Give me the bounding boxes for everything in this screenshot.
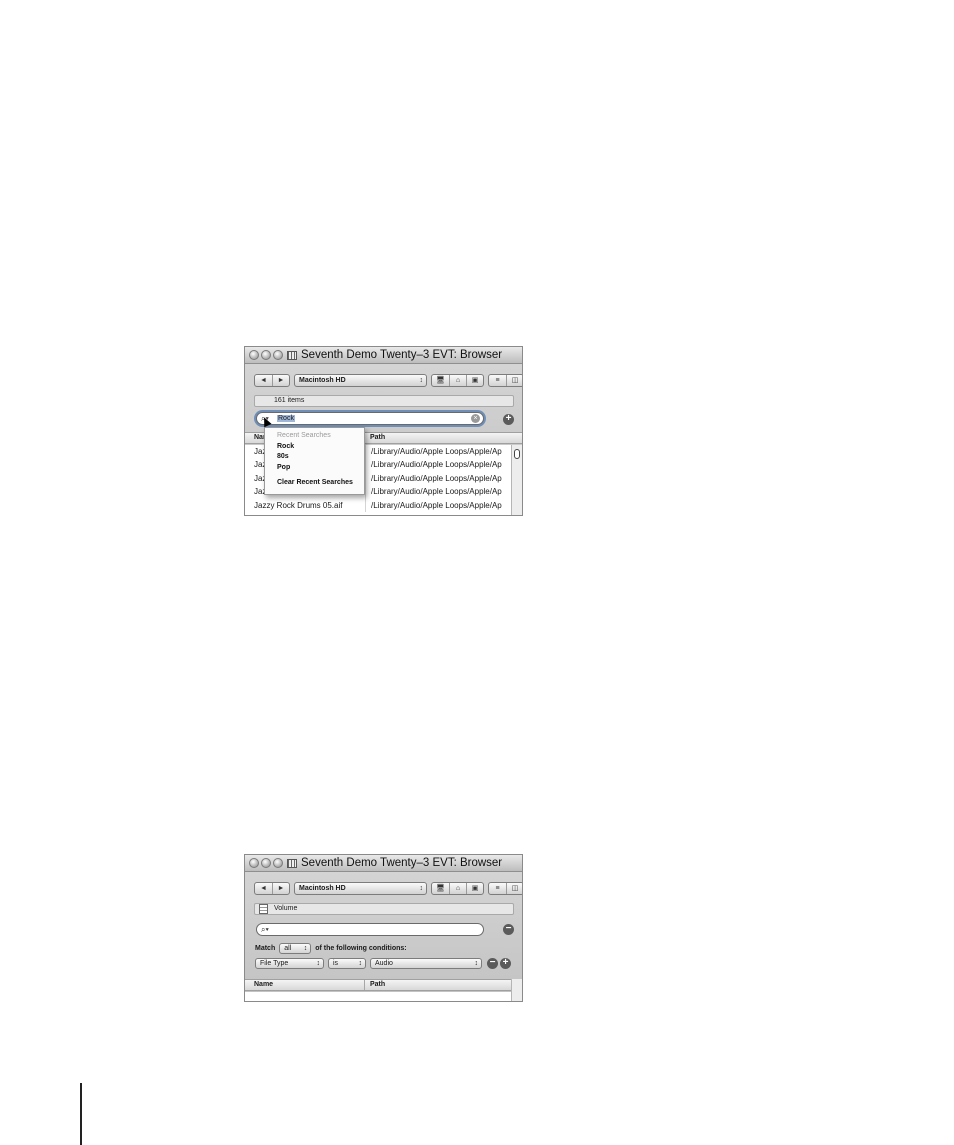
vertical-scrollbar[interactable] xyxy=(511,445,522,515)
row-path: /Library/Audio/Apple Loops/Apple/Ap xyxy=(365,445,511,459)
computer-icon[interactable]: 🖥 xyxy=(432,883,449,894)
popup-arrows-icon: ↕ xyxy=(303,944,308,952)
recent-search-item[interactable]: 80s xyxy=(265,452,364,463)
column-header-path[interactable]: Path xyxy=(370,433,385,443)
popup-arrows-icon: ↕ xyxy=(474,960,479,967)
close-window-button[interactable] xyxy=(249,350,259,360)
location-label: Macintosh HD xyxy=(299,885,346,892)
column-header-path[interactable]: Path xyxy=(370,980,385,990)
condition-row: File Type ↕ is ↕ Audio ↕ − + xyxy=(255,958,511,969)
popup-arrows-icon: ↕ xyxy=(316,960,321,967)
list-view-icon[interactable]: ≡ xyxy=(489,883,506,894)
location-shortcuts: 🖥 ⌂ ▣ xyxy=(431,374,484,387)
back-button[interactable]: ◄ xyxy=(255,883,272,894)
volume-icon xyxy=(259,904,268,914)
row-path: /Library/Audio/Apple Loops/Apple/Ap xyxy=(365,498,511,512)
remove-search-button[interactable]: − xyxy=(503,924,514,935)
info-bar: 161 items xyxy=(254,395,514,407)
match-value: all xyxy=(284,944,292,952)
close-window-button[interactable] xyxy=(249,858,259,868)
row-path: /Library/Audio/Apple Loops/Apple/Ap xyxy=(365,458,511,472)
recent-search-item[interactable]: Rock xyxy=(265,442,364,453)
column-header-name[interactable]: Name xyxy=(254,980,273,990)
home-icon[interactable]: ⌂ xyxy=(449,375,466,386)
scroll-thumb[interactable] xyxy=(514,449,520,459)
window-title: Seventh Demo Twenty–3 EVT: Browser xyxy=(301,857,503,869)
condition-value-value: Audio xyxy=(375,960,393,967)
browser-toolbar: ◄ ► Macintosh HD ↕ 🖥 ⌂ ▣ ≡ ◫ xyxy=(254,374,522,387)
results-list xyxy=(245,992,522,1001)
condition-field-value: File Type xyxy=(260,960,289,967)
row-name: Jazzy Rock Drums 05.aif xyxy=(254,500,343,510)
browser-icon xyxy=(287,350,297,360)
vertical-scrollbar[interactable] xyxy=(511,979,522,1001)
location-popup[interactable]: Macintosh HD ↕ xyxy=(294,374,427,387)
minimize-window-button[interactable] xyxy=(261,350,271,360)
condition-operator-popup[interactable]: is ↕ xyxy=(328,958,366,969)
match-popup[interactable]: all ↕ xyxy=(279,942,312,954)
condition-operator-value: is xyxy=(333,960,339,967)
browser-window-conditions: Seventh Demo Twenty–3 EVT: Browser ◄ ► M… xyxy=(244,854,523,1002)
info-bar: Volume xyxy=(254,903,514,915)
nav-buttons: ◄ ► xyxy=(254,374,290,387)
add-condition-button[interactable]: + xyxy=(500,958,511,969)
column-divider[interactable] xyxy=(364,980,365,990)
title-bar[interactable]: Seventh Demo Twenty–3 EVT: Browser xyxy=(245,855,522,872)
minimize-window-button[interactable] xyxy=(261,858,271,868)
zoom-window-button[interactable] xyxy=(273,858,283,868)
forward-button[interactable]: ► xyxy=(272,375,289,386)
view-buttons: ≡ ◫ xyxy=(488,374,522,387)
recent-search-item[interactable]: Pop xyxy=(265,463,364,474)
clear-search-icon[interactable]: × xyxy=(471,414,480,423)
home-icon[interactable]: ⌂ xyxy=(449,883,466,894)
nav-buttons: ◄ ► xyxy=(254,882,290,895)
title-bar[interactable]: Seventh Demo Twenty–3 EVT: Browser xyxy=(245,347,522,364)
location-label: Macintosh HD xyxy=(299,377,346,384)
back-button[interactable]: ◄ xyxy=(255,375,272,386)
row-path: /Library/Audio/Apple Loops/Apple/Ap xyxy=(365,471,511,486)
project-icon[interactable]: ▣ xyxy=(466,375,483,386)
clear-recent-searches-item[interactable]: Clear Recent Searches xyxy=(265,478,364,489)
search-field[interactable]: ⌕▾ xyxy=(256,923,484,936)
table-row[interactable]: Jazzy Rock Drums 05.aif /Library/Audio/A… xyxy=(245,498,522,512)
popup-arrows-icon: ↕ xyxy=(419,377,424,384)
column-view-icon[interactable]: ◫ xyxy=(506,883,522,894)
column-view-icon[interactable]: ◫ xyxy=(506,375,522,386)
page-margin-rule xyxy=(80,1083,82,1145)
location-popup[interactable]: Macintosh HD ↕ xyxy=(294,882,427,895)
condition-value-popup[interactable]: Audio ↕ xyxy=(370,958,482,969)
row-path: /Library/Audio/Apple Loops/Apple/Ap xyxy=(365,485,511,499)
condition-field-popup[interactable]: File Type ↕ xyxy=(255,958,324,969)
popup-arrows-icon: ↕ xyxy=(419,885,424,892)
search-icon[interactable]: ⌕▾ xyxy=(261,924,269,935)
window-title: Seventh Demo Twenty–3 EVT: Browser xyxy=(301,349,503,361)
forward-button[interactable]: ► xyxy=(272,883,289,894)
recent-searches-header: Recent Searches xyxy=(277,432,331,439)
view-buttons: ≡ ◫ xyxy=(488,882,522,895)
match-row: Match all ↕ of the following conditions: xyxy=(255,942,407,954)
search-field[interactable]: ⌕▾ Rock × xyxy=(256,412,484,425)
popup-arrows-icon: ↕ xyxy=(358,960,363,967)
recent-searches-menu: Recent Searches Rock 80s Pop Clear Recen… xyxy=(264,427,365,495)
search-input-text[interactable]: Rock xyxy=(277,415,295,422)
project-icon[interactable]: ▣ xyxy=(466,883,483,894)
table-header: Name Path xyxy=(245,979,522,991)
info-text: Volume xyxy=(274,905,298,912)
location-shortcuts: 🖥 ⌂ ▣ xyxy=(431,882,484,895)
zoom-window-button[interactable] xyxy=(273,350,283,360)
remove-condition-button[interactable]: − xyxy=(487,958,498,969)
add-condition-button[interactable]: + xyxy=(503,414,514,425)
computer-icon[interactable]: 🖥 xyxy=(432,375,449,386)
list-view-icon[interactable]: ≡ xyxy=(489,375,506,386)
browser-toolbar: ◄ ► Macintosh HD ↕ 🖥 ⌂ ▣ ≡ ◫ xyxy=(254,882,522,895)
match-label: Match xyxy=(255,944,276,952)
match-suffix: of the following conditions: xyxy=(315,944,407,952)
browser-icon xyxy=(287,858,297,868)
